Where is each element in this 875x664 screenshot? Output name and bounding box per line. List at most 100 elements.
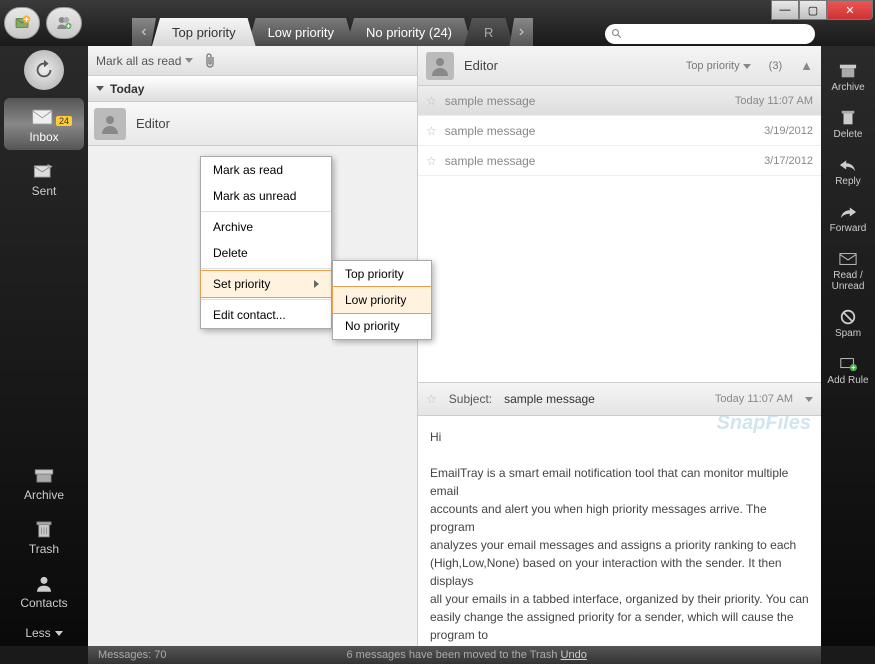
nav-trash[interactable]: Trash — [0, 510, 88, 562]
menu-set-priority[interactable]: Set priority — [201, 271, 331, 297]
list-section-today[interactable]: Today — [88, 76, 417, 102]
undo-link[interactable]: Undo — [561, 649, 587, 661]
action-add-rule[interactable]: Add Rule — [821, 349, 875, 392]
nav-sent[interactable]: Sent — [0, 152, 88, 204]
collapse-button[interactable]: ▲ — [800, 58, 813, 73]
archive-icon — [837, 62, 859, 80]
menu-archive[interactable]: Archive — [201, 214, 331, 240]
nav-inbox-label: Inbox — [4, 130, 84, 144]
nav-archive[interactable]: Archive — [0, 456, 88, 508]
archive-icon — [30, 464, 58, 486]
thread-column: Editor Top priority (3) ▲ ☆ sample messa… — [418, 46, 821, 646]
titlebar: ‹ Top priority Low priority No priority … — [0, 0, 875, 46]
search-input[interactable] — [605, 24, 815, 44]
nav-inbox[interactable]: 24 Inbox — [4, 98, 84, 150]
submenu-top-priority[interactable]: Top priority — [333, 261, 431, 287]
nav-less-label: Less — [25, 626, 50, 640]
search-icon — [611, 28, 623, 40]
submenu-no-priority[interactable]: No priority — [333, 313, 431, 339]
attachment-icon[interactable] — [203, 53, 217, 69]
nav-archive-label: Archive — [0, 488, 88, 502]
menu-edit-contact[interactable]: Edit contact... — [201, 302, 331, 328]
message-subject: sample message — [445, 94, 536, 108]
trash-icon — [30, 518, 58, 540]
tab-strip: ‹ Top priority Low priority No priority … — [132, 0, 533, 46]
mark-all-label: Mark all as read — [96, 54, 181, 68]
preview-text: Hi EmailTray is a smart email notificati… — [430, 428, 809, 644]
preview-body: SnapFiles Hi EmailTray is a smart email … — [418, 416, 821, 646]
tab-scroll-left[interactable]: ‹ — [132, 18, 156, 46]
action-archive[interactable]: Archive — [821, 56, 875, 99]
mark-all-read-button[interactable]: Mark all as read — [96, 54, 193, 68]
nav-contacts-label: Contacts — [0, 596, 88, 610]
section-label: Today — [110, 82, 144, 96]
trash-icon — [837, 109, 859, 127]
priority-dropdown[interactable]: Top priority — [686, 60, 751, 72]
tab-low-priority[interactable]: Low priority — [248, 18, 354, 46]
compose-button[interactable] — [4, 7, 40, 39]
chevron-down-icon[interactable] — [805, 397, 813, 402]
star-icon[interactable]: ☆ — [426, 154, 437, 168]
action-forward[interactable]: Forward — [821, 197, 875, 240]
message-item[interactable]: ☆ sample message Today 11:07 AM — [418, 86, 821, 116]
nav-less[interactable]: Less — [0, 618, 88, 646]
sidebar-right: Archive Delete Reply Forward Read / Unre… — [821, 46, 875, 646]
minimize-button[interactable]: — — [771, 0, 799, 20]
nav-trash-label: Trash — [0, 542, 88, 556]
nav-contacts[interactable]: Contacts — [0, 564, 88, 616]
message-item[interactable]: ☆ sample message 3/17/2012 — [418, 146, 821, 176]
nav-sent-label: Sent — [0, 184, 88, 198]
content: Mark all as read Today Editor Editor To — [88, 46, 821, 646]
accounts-button[interactable] — [46, 7, 82, 39]
contacts-icon — [30, 572, 58, 594]
avatar — [426, 52, 454, 80]
rule-icon — [837, 355, 859, 373]
inbox-icon — [30, 106, 58, 128]
mail-icon — [837, 250, 859, 268]
action-delete[interactable]: Delete — [821, 103, 875, 146]
action-reply[interactable]: Reply — [821, 150, 875, 193]
sender-row-editor[interactable]: Editor — [88, 102, 417, 146]
menu-mark-read[interactable]: Mark as read — [201, 157, 331, 183]
maximize-button[interactable]: ▢ — [799, 0, 827, 20]
sent-icon — [30, 160, 58, 182]
tab-no-priority[interactable]: No priority (24) — [346, 18, 472, 46]
refresh-button[interactable] — [24, 50, 64, 90]
menu-delete[interactable]: Delete — [201, 240, 331, 266]
preview-date: Today 11:07 AM — [715, 393, 793, 405]
message-subject: sample message — [445, 124, 536, 138]
message-date: 3/19/2012 — [764, 125, 813, 137]
tab-top-priority[interactable]: Top priority — [152, 18, 256, 46]
window-controls: — ▢ ✕ — [771, 0, 873, 20]
preview-header: ☆ Subject: sample message Today 11:07 AM — [418, 382, 821, 416]
priority-submenu: Top priority Low priority No priority — [332, 260, 432, 340]
watermark: SnapFiles — [717, 416, 811, 438]
star-icon[interactable]: ☆ — [426, 124, 437, 138]
action-spam[interactable]: Spam — [821, 302, 875, 345]
reply-icon — [837, 156, 859, 174]
action-read-unread[interactable]: Read / Unread — [821, 244, 875, 298]
forward-icon — [837, 203, 859, 221]
thread-header: Editor Top priority (3) ▲ — [418, 46, 821, 86]
chevron-down-icon — [743, 64, 751, 69]
subject-label: Subject: — [449, 392, 492, 406]
star-icon[interactable]: ☆ — [426, 94, 437, 108]
close-button[interactable]: ✕ — [827, 0, 873, 20]
tab-scroll-right[interactable]: › — [509, 18, 533, 46]
statusbar: Messages: 70 6 messages have been moved … — [88, 646, 821, 664]
thread-sender: Editor — [464, 58, 498, 73]
chevron-down-icon — [55, 631, 63, 636]
spam-icon — [837, 308, 859, 326]
tab-overflow[interactable]: R — [464, 18, 513, 46]
submenu-low-priority[interactable]: Low priority — [333, 287, 431, 313]
message-subject: sample message — [445, 154, 536, 168]
status-moved-text: 6 messages have been moved to the Trash — [346, 649, 557, 661]
message-item[interactable]: ☆ sample message 3/19/2012 — [418, 116, 821, 146]
chevron-right-icon — [314, 280, 319, 288]
star-icon[interactable]: ☆ — [426, 392, 437, 406]
menu-mark-unread[interactable]: Mark as unread — [201, 183, 331, 209]
avatar — [94, 108, 126, 140]
sidebar-left: 24 Inbox Sent Archive Trash Contacts Les… — [0, 46, 88, 646]
chevron-down-icon — [96, 86, 104, 91]
sender-name: Editor — [136, 116, 170, 131]
